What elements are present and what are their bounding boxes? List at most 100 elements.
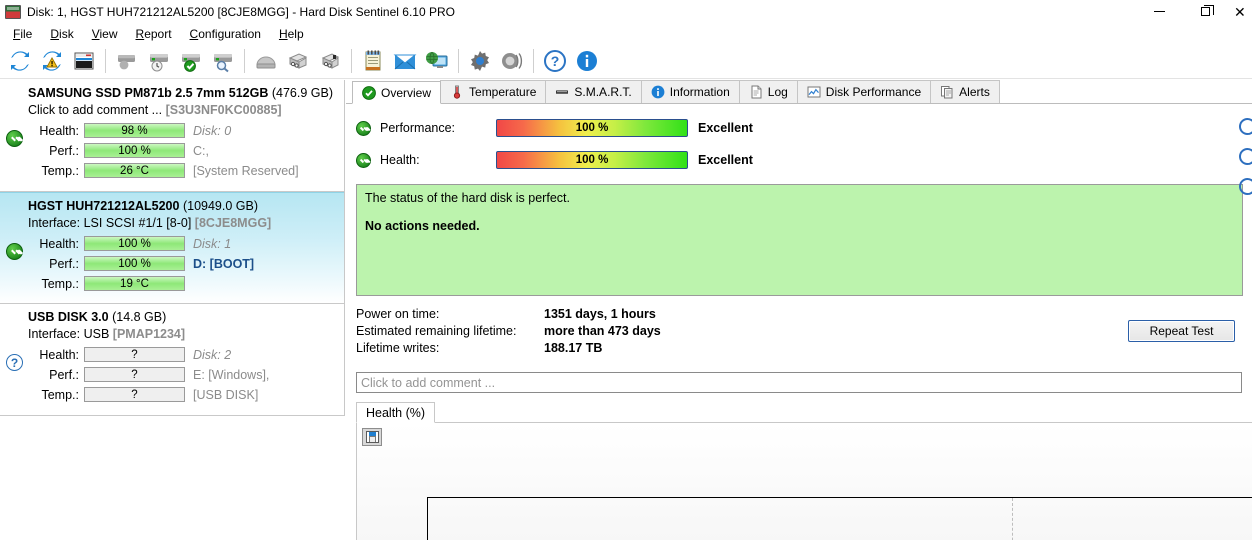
gauge-label: Performance: [380, 121, 456, 135]
notepad-icon[interactable] [357, 46, 389, 77]
disk-list-item-0[interactable]: SAMSUNG SSD PM871b 2.5 7mm 512GB (476.9 … [0, 80, 344, 192]
tab-alerts[interactable]: Alerts [930, 80, 1000, 103]
status-line-2: No actions needed. [365, 219, 480, 233]
menu-item-disk[interactable]: Disk [41, 25, 82, 43]
restore-button[interactable] [1182, 0, 1228, 23]
title-bar: Disk: 1, HGST HUH721212AL5200 [8CJE8MGG]… [0, 0, 1252, 23]
performance-gauge: 100 % [496, 119, 688, 137]
disk-metric-row: Perf.: ? E: [Windows], [49, 367, 270, 382]
network-icon[interactable] [421, 46, 453, 77]
disk-model-0: SAMSUNG SSD PM871b 2.5 7mm 512GB (476.9 … [28, 86, 333, 100]
overlay-button-1[interactable] [1239, 118, 1252, 135]
disk-search-icon[interactable] [207, 46, 239, 77]
window-controls: ✕ [1136, 0, 1252, 23]
tab-log[interactable]: Log [738, 80, 798, 103]
status-ok-icon [356, 152, 371, 168]
tab-bar: Overview Temperature S.M.A.R.T. Informat… [346, 80, 1252, 104]
disk-metric-row: Health: ? Disk: 2 [39, 347, 232, 362]
save-chart-button[interactable] [362, 428, 382, 446]
disk-model-2: USB DISK 3.0 (14.8 GB) [28, 310, 167, 324]
disk-list: SAMSUNG SSD PM871b 2.5 7mm 512GB (476.9 … [0, 80, 345, 416]
tab-label: Information [669, 85, 730, 99]
health-chart-panel [356, 423, 1252, 540]
disk-list-item-1[interactable]: HGST HUH721212AL5200 (10949.0 GB) Interf… [0, 192, 344, 304]
close-button[interactable]: ✕ [1228, 0, 1252, 23]
tab-label: Temperature [469, 85, 537, 99]
disk-surface-icon[interactable] [250, 46, 282, 77]
temperature-bar: 19 °C [84, 276, 185, 291]
status-ok-icon [6, 243, 23, 260]
disk-mute-icon[interactable] [111, 46, 143, 77]
thermometer-icon [450, 85, 464, 99]
menu-item-view[interactable]: View [83, 25, 127, 43]
info-row: Estimated remaining lifetime: more than 4… [356, 324, 661, 338]
overlay-button-2[interactable] [1239, 148, 1252, 165]
alert-sound-icon[interactable] [496, 46, 528, 77]
email-icon[interactable] [389, 46, 421, 77]
info-row: Lifetime writes: 188.17 TB [356, 341, 603, 355]
copy-pages-icon [940, 85, 954, 99]
overlay-button-3[interactable] [1239, 178, 1252, 195]
help-icon[interactable]: ? [539, 46, 571, 77]
refresh-warning-icon[interactable] [36, 46, 68, 77]
health-bar: 98 % [84, 123, 185, 138]
health-gauge: 100 % [496, 151, 688, 169]
info-icon[interactable] [571, 46, 603, 77]
disk-metric-row: Temp.: ? [USB DISK] [41, 387, 259, 402]
main-panel: Overview Temperature S.M.A.R.T. Informat… [346, 80, 1252, 540]
disk-list-item-2[interactable]: ? USB DISK 3.0 (14.8 GB) Interface: USB … [0, 304, 344, 416]
health-rating: Excellent [698, 153, 753, 167]
minimize-button[interactable] [1136, 0, 1182, 23]
svg-text:?: ? [551, 53, 560, 69]
tab-disk-performance[interactable]: Disk Performance [796, 80, 932, 103]
minimize-icon [1153, 11, 1165, 12]
disk-clone-icon[interactable] [314, 46, 346, 77]
health-bar: ? [84, 347, 185, 362]
disk-interface-1: Interface: LSI SCSI #1/1 [8-0] [8CJE8MGG… [28, 216, 272, 230]
status-line-1: The status of the hard disk is perfect. [365, 191, 570, 205]
tab-temperature[interactable]: Temperature [440, 80, 547, 103]
application-window: Disk: 1, HGST HUH721212AL5200 [8CJE8MGG]… [0, 0, 1252, 540]
tab-label: Log [767, 85, 788, 99]
info-row: Power on time: 1351 days, 1 hours [356, 307, 656, 321]
comment-input[interactable]: Click to add comment ... [356, 372, 1242, 393]
settings-gear-icon[interactable] [464, 46, 496, 77]
toolbar: ? [0, 44, 1252, 79]
status-unknown-icon: ? [6, 354, 23, 371]
tab-label: Overview [381, 85, 432, 100]
disk-backup-icon[interactable] [282, 46, 314, 77]
temperature-bar: ? [84, 387, 185, 402]
disk-schedule-icon[interactable] [143, 46, 175, 77]
tab-health-percent[interactable]: Health (%) [356, 402, 436, 423]
performance-bar: 100 % [84, 256, 185, 271]
menu-item-file[interactable]: FFileile [4, 25, 41, 43]
performance-bar: 100 % [84, 143, 185, 158]
circle-icon [1239, 148, 1252, 165]
tab-overview[interactable]: Overview [352, 81, 442, 104]
circle-icon [1239, 178, 1252, 195]
menu-item-help[interactable]: Help [270, 25, 313, 43]
report-window-icon[interactable] [68, 46, 100, 77]
tab-smart[interactable]: S.M.A.R.T. [545, 80, 642, 103]
disk-comment-0[interactable]: Click to add comment ... [S3U3NF0KC00885… [28, 103, 338, 117]
performance-bar: ? [84, 367, 185, 382]
temperature-bar: 26 °C [84, 163, 185, 178]
repeat-test-button[interactable]: Repeat Test [1128, 320, 1235, 342]
performance-rating: Excellent [698, 121, 753, 135]
disk-ok-icon[interactable] [175, 46, 207, 77]
gauges-section: Performance: 100 % Excellent Health: 100… [346, 114, 1252, 174]
disk-interface-2: Interface: USB [PMAP1234] [28, 327, 186, 341]
chart-plot-area [427, 497, 1252, 540]
chart-tab-bar: Health (%) [356, 402, 1252, 423]
tab-information[interactable]: Information [640, 80, 740, 103]
restore-icon [1200, 5, 1214, 16]
gauge-label: Health: [380, 153, 420, 167]
window-title: Disk: 1, HGST HUH721212AL5200 [8CJE8MGG]… [27, 4, 455, 19]
tab-label: Disk Performance [825, 85, 922, 99]
disk-list-sidebar: SAMSUNG SSD PM871b 2.5 7mm 512GB (476.9 … [0, 80, 345, 540]
menu-item-configuration[interactable]: Configuration [181, 25, 270, 43]
menu-item-report[interactable]: Report [127, 25, 181, 43]
refresh-icon[interactable] [4, 46, 36, 77]
gauge-performance: Performance: 100 % Excellent [356, 114, 1252, 142]
disk-metric-row: Perf.: 100 % D: [BOOT] [49, 256, 255, 271]
